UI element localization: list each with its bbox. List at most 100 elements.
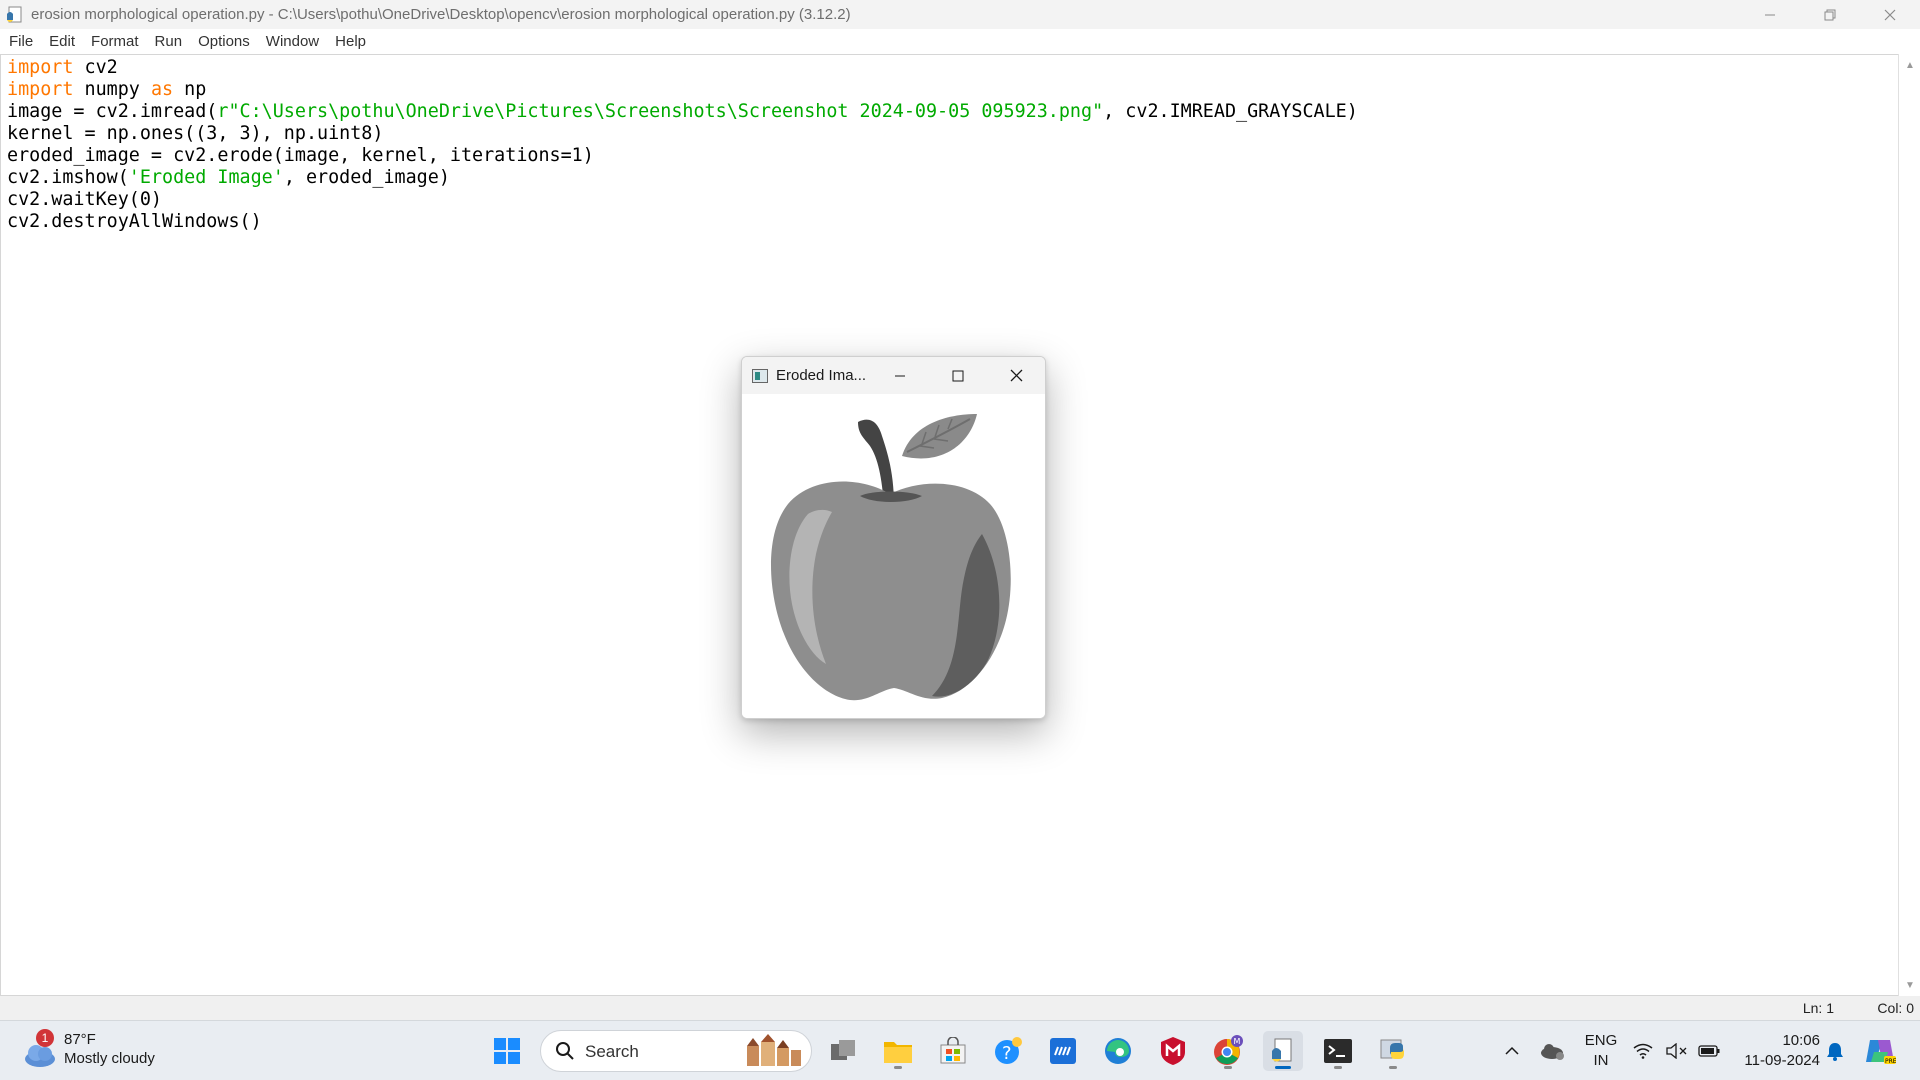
editor-window-title: erosion morphological operation.py - C:\… <box>31 6 851 23</box>
code-text-span: , cv2.IMREAD_GRAYSCALE) <box>1103 101 1358 122</box>
code-text-span: np <box>173 79 207 100</box>
edge-browser-icon <box>1105 1038 1131 1064</box>
status-column-number: Col: 0 <box>1877 1000 1914 1016</box>
restore-icon <box>1824 9 1836 20</box>
taskbar-python[interactable] <box>1373 1031 1413 1071</box>
code-text-span: cv2.imshow( <box>7 167 129 188</box>
language-code: ENG <box>1584 1032 1618 1049</box>
status-bar: Ln: 1 Col: 0 <box>0 996 1920 1020</box>
windows-logo-icon <box>494 1038 520 1064</box>
onedrive-tray-button[interactable] <box>1532 1031 1572 1071</box>
wifi-tray-button[interactable] <box>1628 1031 1658 1071</box>
running-indicator <box>1389 1066 1397 1069</box>
editor-title-bar[interactable]: erosion morphological operation.py - C:\… <box>0 0 1920 29</box>
taskbar-clock[interactable]: 10:06 11-09-2024 <box>1730 1031 1820 1071</box>
volume-muted-icon <box>1666 1043 1687 1059</box>
editor-window-controls <box>1740 0 1920 29</box>
chrome-browser-icon: M <box>1214 1035 1243 1065</box>
taskbar-terminal[interactable] <box>1318 1031 1358 1071</box>
scroll-up-arrow-icon[interactable]: ▲ <box>1899 56 1920 74</box>
terminal-icon <box>1324 1039 1352 1063</box>
python-idle-icon <box>1272 1038 1292 1062</box>
taskbar-chrome[interactable]: M <box>1208 1031 1248 1071</box>
keyword: import <box>7 79 74 100</box>
store-icon <box>940 1037 966 1064</box>
image-window-title: Eroded Ima... <box>776 367 867 384</box>
onedrive-cloud-icon <box>1541 1044 1564 1060</box>
code-text-span: image = cv2.imread( <box>7 101 218 122</box>
notifications-button[interactable] <box>1820 1031 1850 1071</box>
taskbar-mcafee[interactable] <box>1153 1031 1193 1071</box>
scroll-down-arrow-icon[interactable]: ▼ <box>1899 976 1920 994</box>
menu-format[interactable]: Format <box>83 29 147 54</box>
taskbar-edge[interactable] <box>1098 1031 1138 1071</box>
menu-run[interactable]: Run <box>147 29 191 54</box>
task-view-button[interactable] <box>823 1031 863 1071</box>
running-indicator <box>1334 1066 1342 1069</box>
minimize-icon <box>1765 14 1775 15</box>
restore-button[interactable] <box>1800 0 1860 29</box>
menu-file[interactable]: File <box>1 29 41 54</box>
myhp-icon <box>1050 1038 1076 1064</box>
minimize-button[interactable] <box>1740 0 1800 29</box>
copilot-icon: PRE <box>1866 1040 1896 1065</box>
taskbar-search-box[interactable]: Search <box>540 1030 812 1072</box>
code-text[interactable]: import cv2 import numpy as np image = cv2.… <box>7 57 1358 233</box>
bell-icon <box>1827 1043 1843 1061</box>
running-indicator <box>894 1066 902 1069</box>
language-indicator[interactable]: ENG IN <box>1578 1031 1624 1071</box>
idle-app-icon <box>5 5 25 25</box>
volume-tray-button[interactable] <box>1662 1031 1692 1071</box>
search-highlight-illustration-icon <box>747 1034 801 1066</box>
code-line-1: import cv2 <box>7 57 1358 79</box>
battery-tray-button[interactable] <box>1694 1031 1724 1071</box>
code-line-7: cv2.waitKey(0) <box>7 189 163 210</box>
eroded-image-canvas <box>742 394 1045 718</box>
battery-icon <box>1698 1045 1720 1057</box>
running-indicator <box>1224 1066 1232 1069</box>
svg-text:?: ? <box>1002 1043 1012 1064</box>
menu-options[interactable]: Options <box>190 29 258 54</box>
keyword: import <box>7 57 74 78</box>
code-line-5: eroded_image = cv2.erode(image, kernel, … <box>7 145 594 166</box>
vertical-scrollbar[interactable]: ▲ ▼ <box>1898 54 1920 996</box>
minimize-icon <box>895 375 905 376</box>
taskbar-get-help[interactable]: ? <box>988 1031 1028 1071</box>
folder-icon <box>884 1042 912 1063</box>
taskbar-microsoft-store[interactable] <box>933 1031 973 1071</box>
menu-window[interactable]: Window <box>258 29 327 54</box>
taskbar-file-explorer[interactable] <box>878 1031 918 1071</box>
image-window-title-bar[interactable]: Eroded Ima... <box>742 357 1045 394</box>
start-button[interactable] <box>487 1031 527 1071</box>
show-hidden-icons-button[interactable] <box>1492 1031 1532 1071</box>
taskbar: 1 87°F Mostly cloudy Search ? M ENG IN 1… <box>0 1020 1920 1080</box>
copilot-button[interactable]: PRE <box>1860 1031 1900 1071</box>
close-icon <box>1884 9 1896 20</box>
python-icon <box>1380 1039 1404 1059</box>
code-line-6: cv2.imshow('Eroded Image', eroded_image) <box>7 167 1358 189</box>
region-code: IN <box>1593 1052 1609 1069</box>
weather-description: Mostly cloudy <box>64 1050 155 1067</box>
weather-notification-badge: 1 <box>36 1029 54 1047</box>
code-line-8: cv2.destroyAllWindows() <box>7 211 262 232</box>
string-literal: r"C:\Users\pothu\OneDrive\Pictures\Scree… <box>217 101 1104 122</box>
image-minimize-button[interactable] <box>871 357 929 394</box>
menu-edit[interactable]: Edit <box>41 29 83 54</box>
svg-text:M: M <box>1234 1037 1241 1046</box>
weather-widget[interactable]: 1 87°F Mostly cloudy <box>20 1029 180 1073</box>
menu-help[interactable]: Help <box>327 29 374 54</box>
close-button[interactable] <box>1860 0 1920 29</box>
help-icon: ? <box>995 1037 1022 1064</box>
image-maximize-button[interactable] <box>929 357 987 394</box>
search-placeholder: Search <box>585 1042 639 1061</box>
code-text-span: cv2 <box>73 57 118 78</box>
chevron-up-icon <box>1505 1046 1519 1055</box>
search-icon <box>556 1042 574 1060</box>
eroded-image-window[interactable]: Eroded Ima... <box>741 356 1046 719</box>
taskbar-myhp[interactable] <box>1043 1031 1083 1071</box>
taskbar-idle-editor[interactable] <box>1263 1031 1303 1071</box>
close-icon <box>1010 369 1022 382</box>
image-close-button[interactable] <box>987 357 1045 394</box>
maximize-icon <box>952 370 964 381</box>
keyword: as <box>150 79 174 100</box>
